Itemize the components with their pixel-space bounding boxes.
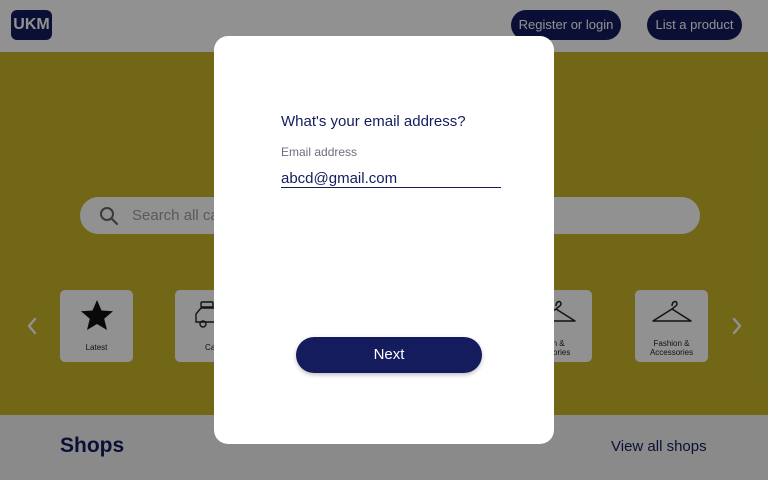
email-field[interactable] — [281, 170, 501, 188]
email-field-label: Email address — [281, 145, 358, 159]
next-button[interactable]: Next — [296, 337, 482, 373]
email-dialog: What's your email address? Email address… — [214, 36, 554, 444]
dialog-question: What's your email address? — [281, 113, 466, 130]
